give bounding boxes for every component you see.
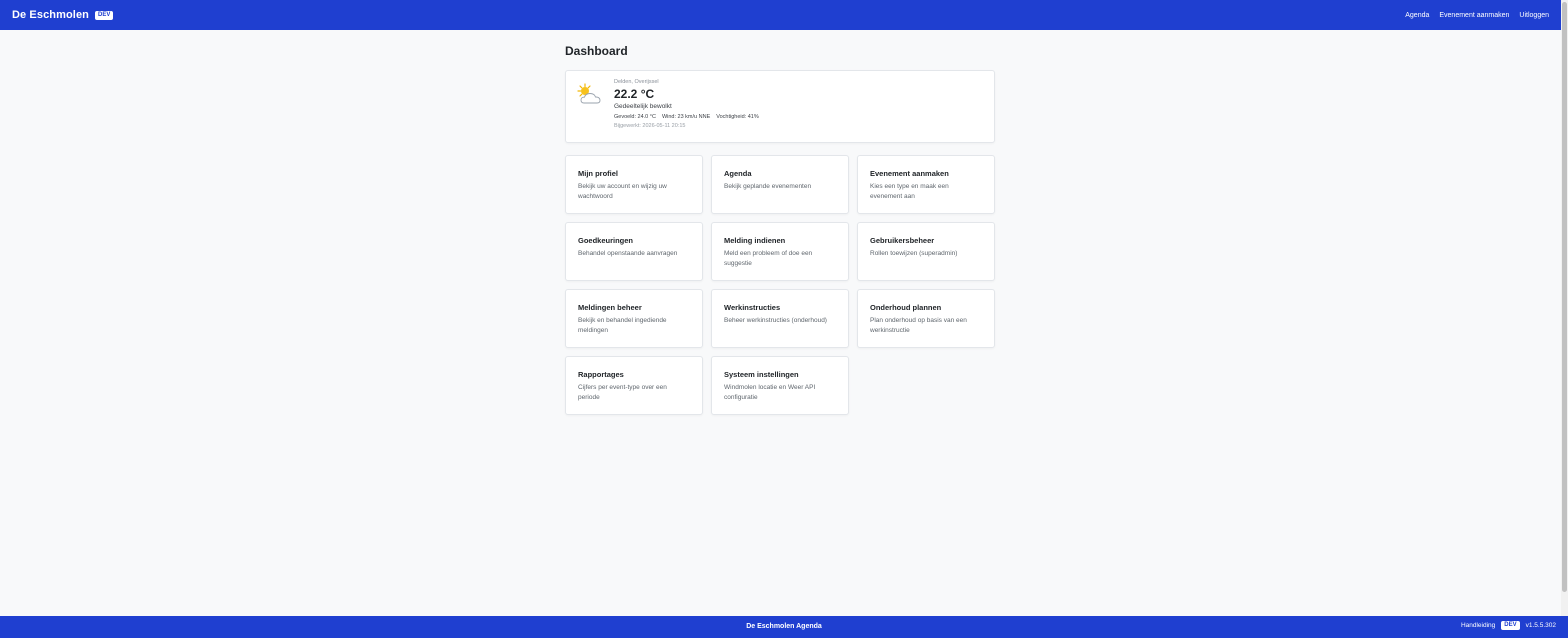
tile-manage-reports[interactable]: Meldingen beheer Bekijk en behandel inge… <box>565 289 703 348</box>
nav-link-logout[interactable]: Uitloggen <box>1519 12 1549 19</box>
top-navbar: De Eschmolen DEV Agenda Evenement aanmak… <box>0 0 1561 30</box>
tile-title: Agenda <box>724 169 752 178</box>
tile-description: Bekijk uw account en wijzig uw wachtwoor… <box>578 183 667 200</box>
weather-card: Delden, Overijssel 22.2 °C Gedeeltelijk … <box>565 70 995 143</box>
tile-description: Windmolen locatie en Weer API configurat… <box>724 384 816 401</box>
tile-create-event[interactable]: Evenement aanmaken Kies een type en maak… <box>857 155 995 214</box>
tile-plan-maintenance[interactable]: Onderhoud plannen Plan onderhoud op basi… <box>857 289 995 348</box>
footer: De Eschmolen Agenda Handleiding DEV v1.5… <box>0 616 1568 638</box>
tile-work-instructions[interactable]: Werkinstructies Beheer werkinstructies (… <box>711 289 849 348</box>
tile-description: Plan onderhoud op basis van een werkinst… <box>870 317 967 334</box>
dashboard-tiles: Mijn profiel Bekijk uw account en wijzig… <box>565 155 995 415</box>
partly-cloudy-icon <box>577 83 601 104</box>
weather-temperature: 22.2 °C <box>614 87 655 101</box>
weather-location: Delden, Overijssel <box>614 79 659 85</box>
tile-user-management[interactable]: Gebruikersbeheer Rollen toewijzen (super… <box>857 222 995 281</box>
nav-link-agenda[interactable]: Agenda <box>1405 12 1429 19</box>
tile-title: Onderhoud plannen <box>870 303 942 312</box>
tile-title: Systeem instellingen <box>724 370 799 379</box>
tile-approvals[interactable]: Goedkeuringen Behandel openstaande aanvr… <box>565 222 703 281</box>
footer-title: De Eschmolen Agenda <box>746 623 822 630</box>
brand-name: De Eschmolen <box>12 9 90 21</box>
page-title: Dashboard <box>565 44 628 58</box>
weather-description: Gedeeltelijk bewolkt <box>614 103 672 110</box>
weather-feels-like: Gevoeld: 24.0 °C <box>614 114 656 120</box>
tile-title: Gebruikersbeheer <box>870 236 935 245</box>
tile-description: Cijfers per event-type over een periode <box>578 384 667 401</box>
brand-link[interactable]: De Eschmolen DEV <box>12 9 114 21</box>
main-content: Dashboard Delden, Overijssel 22.2 °C Ged… <box>565 40 995 415</box>
tile-title: Werkinstructies <box>724 303 781 312</box>
tile-title: Meldingen beheer <box>578 303 642 312</box>
weather-details: Gevoeld: 24.0 °C Wind: 23 km/u NNE Vocht… <box>614 114 759 120</box>
tile-title: Melding indienen <box>724 236 786 245</box>
weather-humidity: Vochtigheid: 41% <box>716 114 759 120</box>
footer-env-badge: DEV <box>1501 621 1520 630</box>
main-nav: Agenda Evenement aanmaken Uitloggen <box>1405 12 1549 19</box>
tile-my-profile[interactable]: Mijn profiel Bekijk uw account en wijzig… <box>565 155 703 214</box>
weather-updated: Bijgewerkt: 2026-05-11 20:15 <box>614 123 686 129</box>
version-label: v1.5.5.302 <box>1525 622 1556 629</box>
scrollbar-thumb[interactable] <box>1562 2 1567 592</box>
tile-title: Goedkeuringen <box>578 236 634 245</box>
tile-title: Mijn profiel <box>578 169 618 178</box>
tile-description: Behandel openstaande aanvragen <box>578 250 678 257</box>
tile-description: Bekijk geplande evenementen <box>724 183 812 190</box>
nav-link-create-event[interactable]: Evenement aanmaken <box>1439 12 1509 19</box>
tile-reports[interactable]: Rapportages Cijfers per event-type over … <box>565 356 703 415</box>
tile-description: Meld een probleem of doe een suggestie <box>724 250 813 267</box>
vertical-scrollbar[interactable] <box>1561 0 1568 616</box>
tile-system-settings[interactable]: Systeem instellingen Windmolen locatie e… <box>711 356 849 415</box>
env-badge: DEV <box>95 10 114 20</box>
footer-right: Handleiding DEV v1.5.5.302 <box>1461 621 1556 630</box>
weather-info: Delden, Overijssel 22.2 °C Gedeeltelijk … <box>614 79 759 134</box>
tile-description: Bekijk en behandel ingediende meldingen <box>578 317 667 334</box>
tile-agenda[interactable]: Agenda Bekijk geplande evenementen <box>711 155 849 214</box>
tile-description: Beheer werkinstructies (onderhoud) <box>724 317 827 324</box>
tile-title: Rapportages <box>578 370 624 379</box>
tile-description: Rollen toewijzen (superadmin) <box>870 250 958 257</box>
tile-submit-report[interactable]: Melding indienen Meld een probleem of do… <box>711 222 849 281</box>
manual-link[interactable]: Handleiding <box>1461 622 1495 629</box>
weather-wind: Wind: 23 km/u NNE <box>661 114 711 120</box>
tile-title: Evenement aanmaken <box>870 169 949 178</box>
tile-description: Kies een type en maak een evenement aan <box>870 183 949 200</box>
